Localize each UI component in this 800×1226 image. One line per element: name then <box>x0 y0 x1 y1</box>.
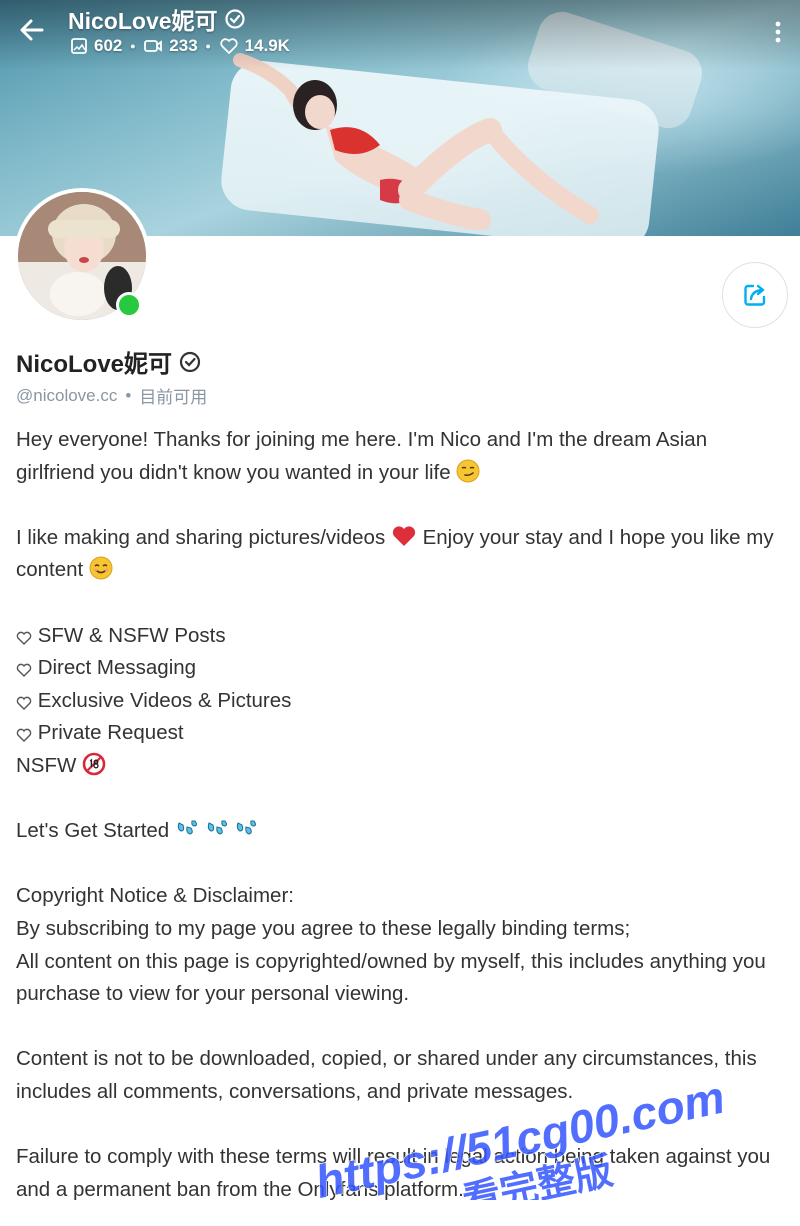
arrow-left-icon <box>20 19 44 41</box>
bio-paragraph: Hey everyone! Thanks for joining me here… <box>16 424 786 489</box>
separator-dot: • <box>130 38 136 54</box>
bio-list-item: Direct Messaging <box>16 652 786 685</box>
copyright-title: Copyright Notice & Disclaimer: <box>16 884 294 908</box>
share-icon <box>744 284 766 306</box>
back-button[interactable] <box>14 12 50 48</box>
bio-list-item: Exclusive Videos & Pictures <box>16 685 786 718</box>
sweat-droplets-icon <box>177 820 197 835</box>
share-button[interactable] <box>722 262 788 328</box>
image-icon <box>71 38 87 54</box>
more-vertical-icon <box>775 21 781 43</box>
likes-stat: 14.9K <box>219 36 290 56</box>
likes-count: 14.9K <box>244 36 290 55</box>
heart-outline-icon <box>16 729 32 743</box>
handle-row: @nicolove.cc • 目前可用 <box>16 383 207 408</box>
online-status-dot <box>116 292 142 318</box>
verified-icon <box>179 351 201 372</box>
video-icon <box>144 40 163 52</box>
username: @nicolove.cc <box>16 385 118 405</box>
smirk-emoji-icon <box>456 459 480 483</box>
profile-name: NicoLove妮可 <box>16 351 173 378</box>
bio-list-text: Exclusive Videos & Pictures <box>37 688 292 712</box>
bio-cta-line: Let's Get Started <box>16 815 786 848</box>
photos-stat[interactable]: 602 <box>70 36 122 56</box>
bio-sharing: I like making and sharing pictures/video… <box>16 525 386 549</box>
content-rule-text: Content is not to be downloaded, copied,… <box>16 1047 757 1103</box>
sweat-droplets-icon <box>237 820 257 835</box>
videos-count: 233 <box>169 36 198 55</box>
bio-nsfw: NSFW <box>16 753 77 777</box>
header-title-row: NicoLove妮可 <box>68 2 246 36</box>
heart-outline-icon <box>16 663 32 678</box>
bio-started: Let's Get Started <box>16 819 170 843</box>
availability-status: 目前可用 <box>139 388 208 407</box>
heart-outline-icon <box>16 631 32 645</box>
no-under-18-icon <box>82 752 106 776</box>
sweat-droplets-icon <box>207 820 227 835</box>
copyright-text: All content on this page is copyrighted/… <box>16 949 766 1006</box>
separator-dot: • <box>205 38 211 54</box>
heart-icon <box>219 38 238 54</box>
separator-dot: • <box>125 385 132 405</box>
videos-stat[interactable]: 233 <box>143 36 198 56</box>
profile-name-row: NicoLove妮可 <box>16 344 202 379</box>
copyright-text: By subscribing to my page you agree to t… <box>16 916 631 940</box>
heart-emoji-icon <box>392 526 416 546</box>
smiling-emoji-icon <box>89 556 113 580</box>
bio-nsfw-line: NSFW <box>16 750 786 783</box>
profile-bio: Hey everyone! Thanks for joining me here… <box>16 424 786 1206</box>
top-bar: NicoLove妮可 602 • 233 • 14.9K <box>0 0 800 70</box>
bio-list-text: SFW & NSFW Posts <box>37 623 226 647</box>
header-stats: 602 • 233 • 14.9K <box>70 36 290 56</box>
bio-list-text: Private Request <box>37 721 184 745</box>
more-options-button[interactable] <box>764 14 792 50</box>
header-title: NicoLove妮可 <box>68 8 218 34</box>
bio-list-item: SFW & NSFW Posts <box>16 620 786 653</box>
failure-text: Failure to comply with these terms will … <box>16 1145 771 1201</box>
bio-list-text: Direct Messaging <box>37 656 197 680</box>
bio-list-item: Private Request <box>16 717 786 750</box>
verified-icon <box>224 9 245 29</box>
bio-intro: Hey everyone! Thanks for joining me here… <box>16 428 708 484</box>
heart-outline-icon <box>16 696 32 710</box>
bio-paragraph: I like making and sharing pictures/video… <box>16 522 786 587</box>
cover-figure <box>233 53 599 230</box>
photos-count: 602 <box>94 36 123 55</box>
